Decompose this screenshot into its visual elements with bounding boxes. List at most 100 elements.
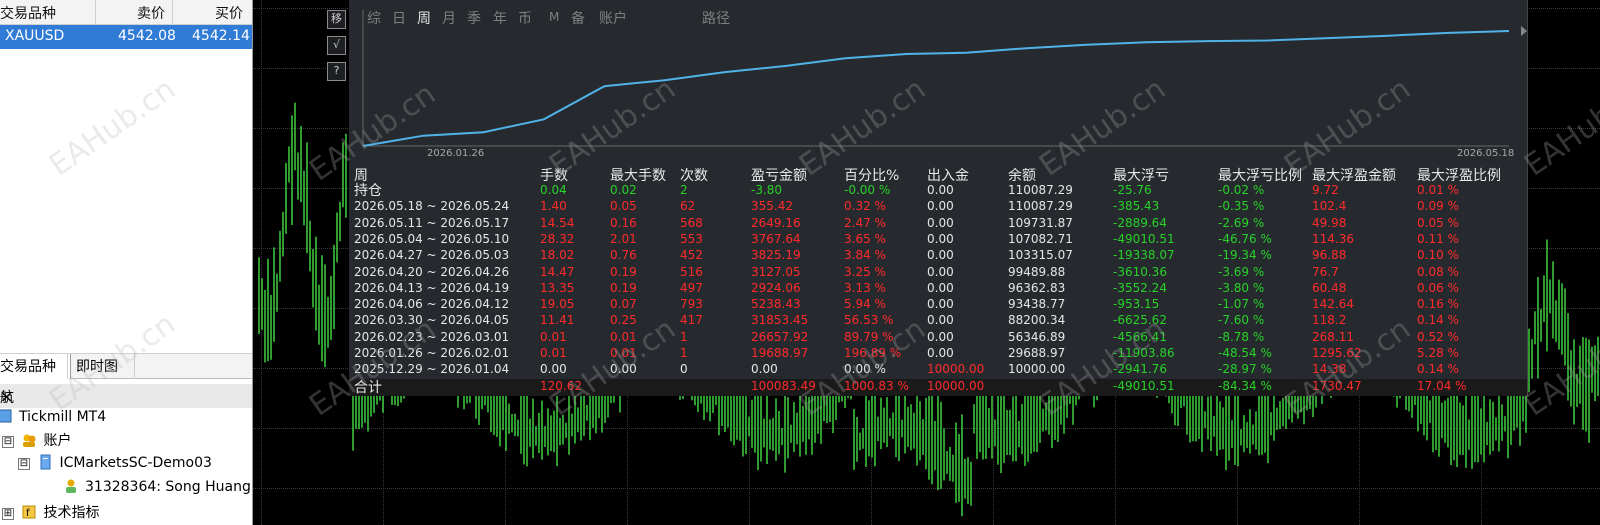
graph-end-date: 2026.05.18 — [1457, 148, 1515, 159]
table-cell: 31853.45 — [751, 313, 809, 328]
table-cell: -25.76 — [1113, 183, 1152, 197]
table-cell: 5.94 % — [844, 297, 886, 312]
tree-item-accounts[interactable]: ⊟ 账户 — [2, 430, 71, 452]
table-cell: 0.19 — [610, 264, 637, 279]
table-cell: 0.19 — [610, 280, 637, 295]
column-header: 最大手数 — [610, 168, 666, 184]
table-cell: 5238.43 — [751, 297, 801, 312]
table-cell: 3.65 % — [844, 231, 886, 246]
table-cell: 118.2 — [1312, 313, 1347, 328]
table-cell: -4566.41 — [1113, 329, 1167, 344]
tree-item-label: 31328364: Song Huang — [85, 479, 251, 495]
table-cell: 0.00 — [927, 183, 954, 197]
indicator-icon: f — [21, 504, 37, 520]
table-cell: 110087.29 — [1008, 183, 1073, 197]
collapse-icon[interactable]: ⊟ — [18, 458, 30, 470]
table-cell: 0.00 — [927, 231, 954, 246]
column-separator[interactable] — [172, 0, 173, 24]
tree-item-server[interactable]: ⊟ ICMarketsSC-Demo03 — [18, 454, 212, 476]
table-cell: 2026.04.20 ~ 2026.04.26 — [354, 264, 510, 279]
table-cell: -1.07 % — [1218, 297, 1265, 312]
table-cell: 497 — [680, 280, 703, 295]
column-header: 最大浮盈金额 — [1312, 168, 1396, 184]
table-cell: 0.08 % — [1417, 264, 1459, 279]
table-cell: -48.54 % — [1218, 346, 1272, 360]
table-cell: 56.53 % — [844, 313, 894, 328]
table-cell: 2026.03.30 ~ 2026.04.05 — [354, 313, 510, 328]
confirm-button[interactable]: √ — [327, 36, 346, 55]
tree-item-terminal[interactable]: Tickmill MT4 — [0, 408, 106, 430]
table-cell: -11903.86 — [1113, 346, 1175, 360]
table-cell: 0.76 — [610, 248, 637, 263]
column-bid[interactable]: 卖价 — [137, 3, 165, 23]
table-cell: 2025.12.29 ~ 2026.01.04 — [354, 362, 510, 377]
table-cell: 96.88 — [1312, 248, 1347, 263]
table-cell: 2026.01.26 ~ 2026.02.01 — [354, 346, 510, 360]
table-cell: 2026.05.18 ~ 2026.05.24 — [354, 199, 510, 214]
table-cell: 49.98 — [1312, 215, 1347, 230]
tree-item-account[interactable]: 31328364: Song Huang — [63, 478, 251, 500]
table-cell: 99489.88 — [1008, 264, 1066, 279]
table-cell: 89.79 % — [844, 329, 894, 344]
help-button[interactable]: ? — [327, 62, 346, 81]
close-icon[interactable]: × — [0, 387, 246, 406]
table-cell: 0.00 — [927, 215, 954, 230]
tree-item-label: 技术指标 — [43, 505, 100, 521]
table-cell: 0.07 — [610, 297, 637, 312]
table-cell: 553 — [680, 231, 703, 246]
column-separator[interactable] — [95, 0, 96, 24]
table-cell: 0.01 — [610, 329, 637, 344]
table-cell: 0 — [680, 362, 688, 377]
table-cell: 14.47 — [540, 264, 575, 279]
table-cell: 0.05 % — [1417, 215, 1459, 230]
table-cell: 2026.05.11 ~ 2026.05.17 — [354, 215, 510, 230]
total-cell: 1000.83 % — [844, 379, 909, 393]
column-symbol[interactable]: 交易品种 — [0, 3, 56, 23]
tab-tick-chart[interactable]: 即时图 — [67, 354, 135, 379]
table-cell: 14.38 — [1312, 362, 1347, 377]
table-cell: 0.14 % — [1417, 362, 1459, 377]
table-cell: 93438.77 — [1008, 297, 1066, 312]
expand-icon[interactable]: ⊞ — [2, 508, 14, 520]
table-cell: 0.01 — [540, 329, 567, 344]
column-header: 出入金 — [927, 168, 969, 184]
table-cell: 3.84 % — [844, 248, 886, 263]
column-header: 最大浮盈比例 — [1417, 168, 1501, 184]
table-cell: 0.11 % — [1417, 231, 1459, 246]
table-cell: 196.89 % — [844, 346, 902, 360]
table-cell: -2.69 % — [1218, 215, 1265, 230]
bid-price: 4542.08 — [118, 28, 176, 44]
table-cell: 5.28 % — [1417, 346, 1459, 360]
tab-symbols[interactable]: 交易品种 — [0, 354, 71, 379]
table-cell: -19.34 % — [1218, 248, 1272, 263]
market-watch-row-xauusd[interactable]: XAUUSD 4542.08 4542.14 — [0, 25, 252, 49]
collapse-icon[interactable]: ⊟ — [2, 436, 14, 448]
tree-item-label: 账户 — [43, 433, 72, 449]
table-cell: 0.02 — [610, 183, 637, 197]
table-cell: 13.35 — [540, 280, 575, 295]
table-cell: -3.80 % — [1218, 280, 1265, 295]
column-header: 百分比% — [844, 168, 900, 184]
table-cell: 3.13 % — [844, 280, 886, 295]
table-cell: 0.01 — [610, 346, 637, 360]
table-cell: 2026.02.23 ~ 2026.03.01 — [354, 329, 510, 344]
table-cell: 14.54 — [540, 215, 575, 230]
table-cell: 60.48 — [1312, 280, 1347, 295]
table-cell: -7.60 % — [1218, 313, 1265, 328]
table-cell: 1295.62 — [1312, 346, 1362, 360]
terminal-icon — [0, 408, 13, 424]
table-cell: 2026.05.04 ~ 2026.05.10 — [354, 231, 510, 246]
table-cell: 62 — [680, 199, 696, 214]
table-cell: 417 — [680, 313, 703, 328]
table-cell: 114.36 — [1312, 231, 1354, 246]
table-cell: 88200.34 — [1008, 313, 1066, 328]
table-cell: -953.15 — [1113, 297, 1160, 312]
tree-item-indicators[interactable]: ⊞ f 技术指标 — [2, 502, 99, 524]
column-ask[interactable]: 买价 — [215, 3, 243, 23]
table-cell: -0.35 % — [1218, 199, 1265, 214]
move-button[interactable]: 移 — [327, 10, 346, 29]
accounts-icon — [21, 432, 37, 448]
table-cell: 19.05 — [540, 297, 575, 312]
table-cell: 0.06 % — [1417, 280, 1459, 295]
table-cell: 0.09 % — [1417, 199, 1459, 214]
